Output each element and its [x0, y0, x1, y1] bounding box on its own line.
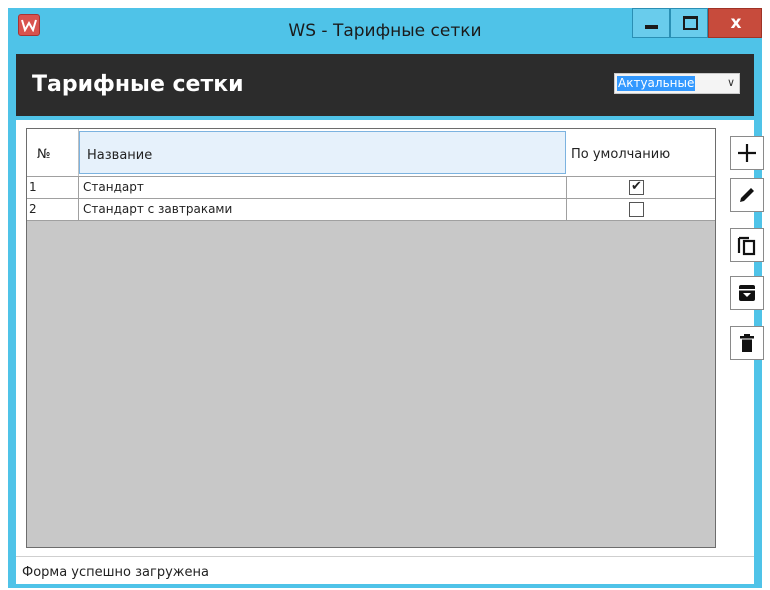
edit-button[interactable]: [730, 178, 764, 212]
maximize-icon: [683, 16, 698, 30]
main-content: № Название По умолчанию 1 Стандарт ✔ 2 С…: [16, 120, 764, 556]
default-checkbox[interactable]: [629, 202, 644, 217]
checkmark-icon: ✔: [631, 179, 642, 194]
archive-icon: [739, 285, 755, 301]
page-title: Тарифные сетки: [32, 72, 244, 97]
table-row[interactable]: 2 Стандарт с завтраками: [27, 199, 715, 221]
archive-button[interactable]: [730, 276, 764, 310]
minimize-icon: [645, 25, 658, 29]
title-bar[interactable]: WS - Тарифные сетки x: [8, 8, 762, 54]
filter-selected-value: Актуальные: [617, 76, 696, 91]
row-name: Стандарт: [79, 177, 567, 198]
row-default-cell: [567, 199, 715, 220]
close-icon: x: [730, 13, 742, 33]
row-name: Стандарт с завтраками: [79, 199, 567, 220]
status-bar: Форма успешно загружена: [16, 556, 754, 584]
status-filter-select[interactable]: Актуальные ∨: [614, 73, 740, 94]
copy-button[interactable]: [730, 228, 764, 262]
maximize-button[interactable]: [670, 8, 708, 38]
status-message: Форма успешно загружена: [22, 565, 209, 580]
chevron-down-icon[interactable]: ∨: [727, 76, 735, 89]
pencil-icon: [740, 188, 754, 202]
table-row[interactable]: 1 Стандарт ✔: [27, 177, 715, 199]
tariff-grid[interactable]: № Название По умолчанию 1 Стандарт ✔ 2 С…: [26, 128, 716, 548]
page-header: Тарифные сетки Актуальные ∨: [16, 54, 754, 116]
copy-icon: [737, 236, 756, 256]
column-header-default[interactable]: По умолчанию: [567, 129, 715, 176]
close-button[interactable]: x: [708, 8, 762, 38]
app-window: WS - Тарифные сетки x Тарифные сетки Акт…: [8, 8, 764, 588]
trash-icon: [740, 334, 754, 352]
default-checkbox[interactable]: ✔: [629, 179, 644, 195]
plus-icon: [738, 144, 756, 162]
column-header-name[interactable]: Название: [79, 131, 566, 174]
delete-button[interactable]: [730, 326, 764, 360]
grid-header: № Название По умолчанию: [27, 129, 715, 177]
row-number: 2: [27, 199, 79, 220]
add-button[interactable]: [730, 136, 764, 170]
column-header-number[interactable]: №: [27, 129, 79, 176]
row-default-cell: ✔: [567, 177, 715, 198]
row-number: 1: [27, 177, 79, 198]
minimize-button[interactable]: [632, 8, 670, 38]
